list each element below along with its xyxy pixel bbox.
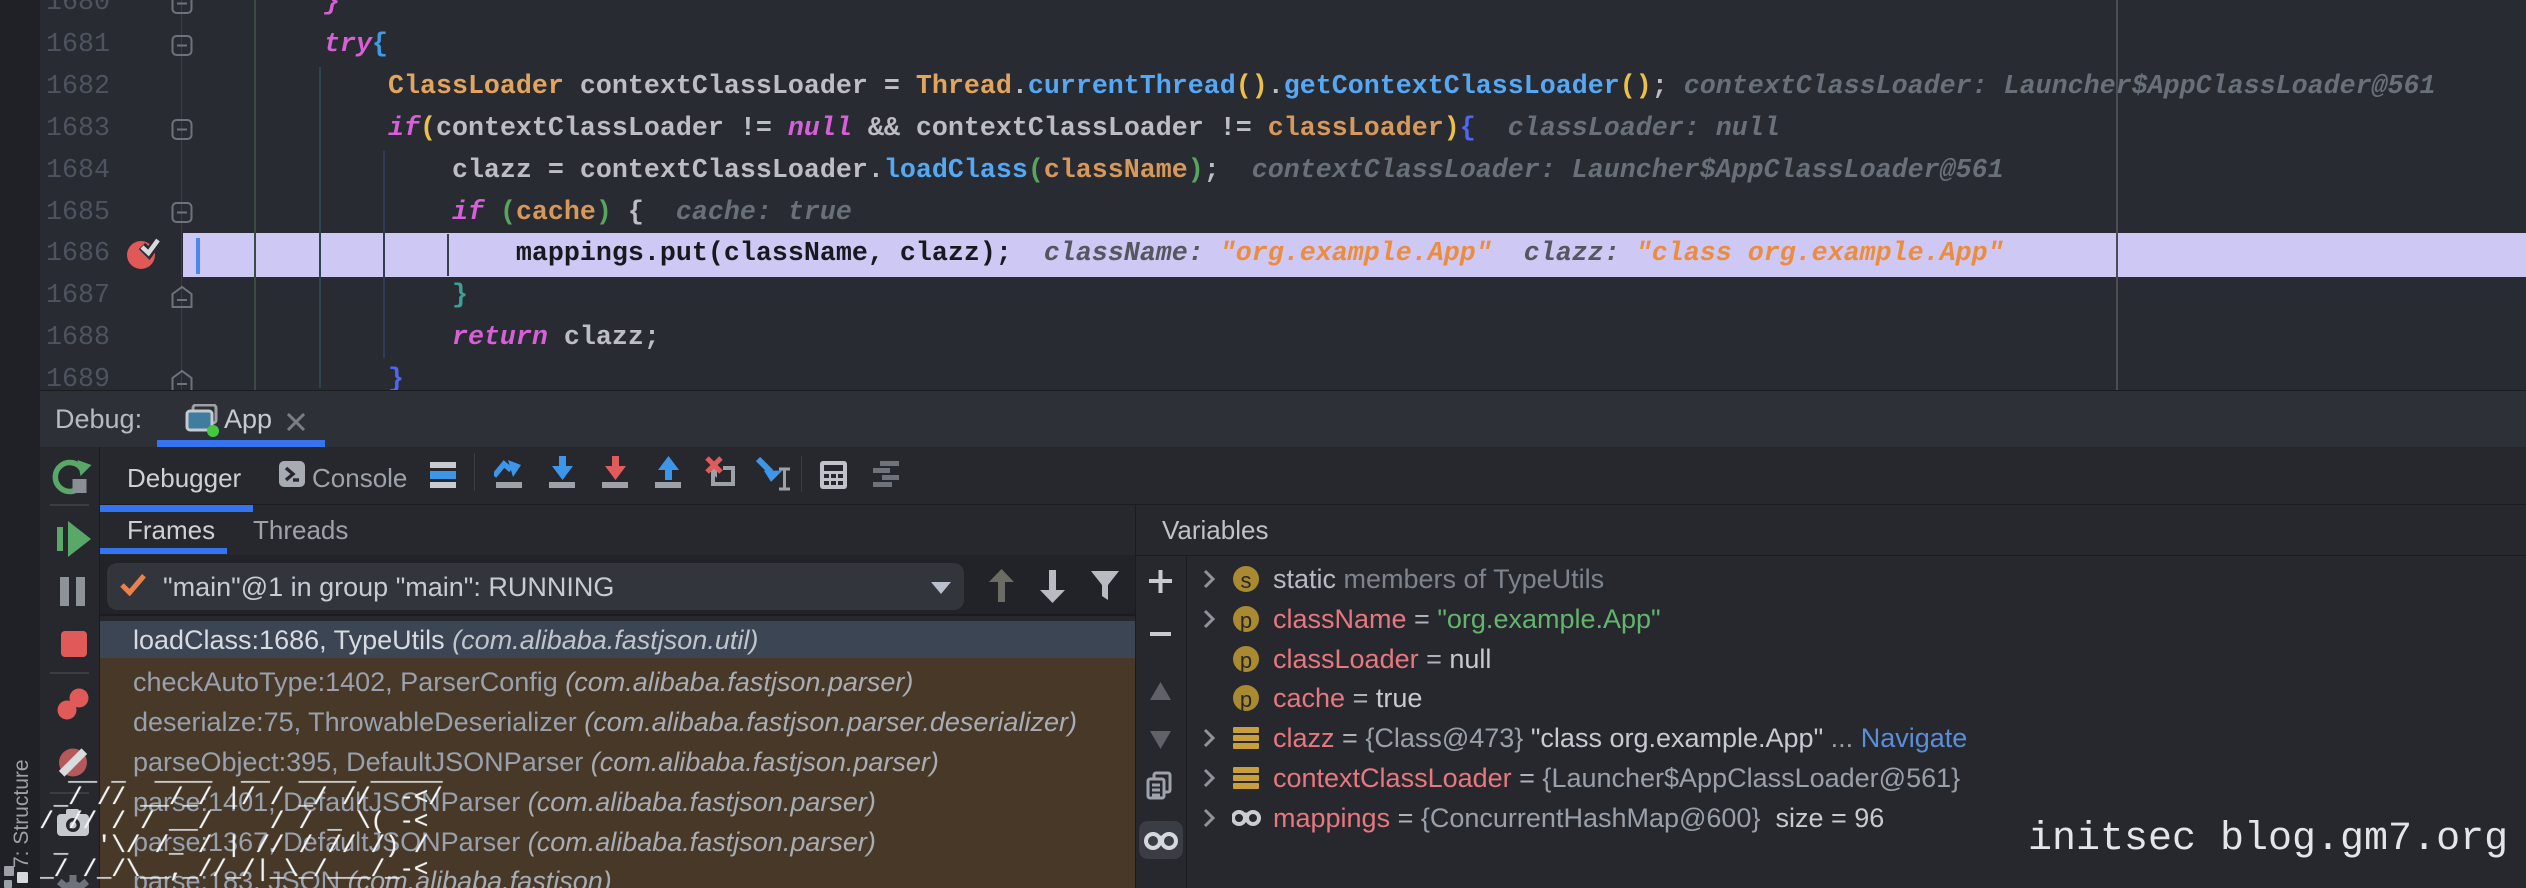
svg-text:p: p: [1240, 687, 1252, 712]
svg-text:s: s: [1241, 568, 1252, 593]
svg-text:p: p: [1240, 648, 1252, 673]
svg-text:p: p: [1240, 608, 1252, 633]
